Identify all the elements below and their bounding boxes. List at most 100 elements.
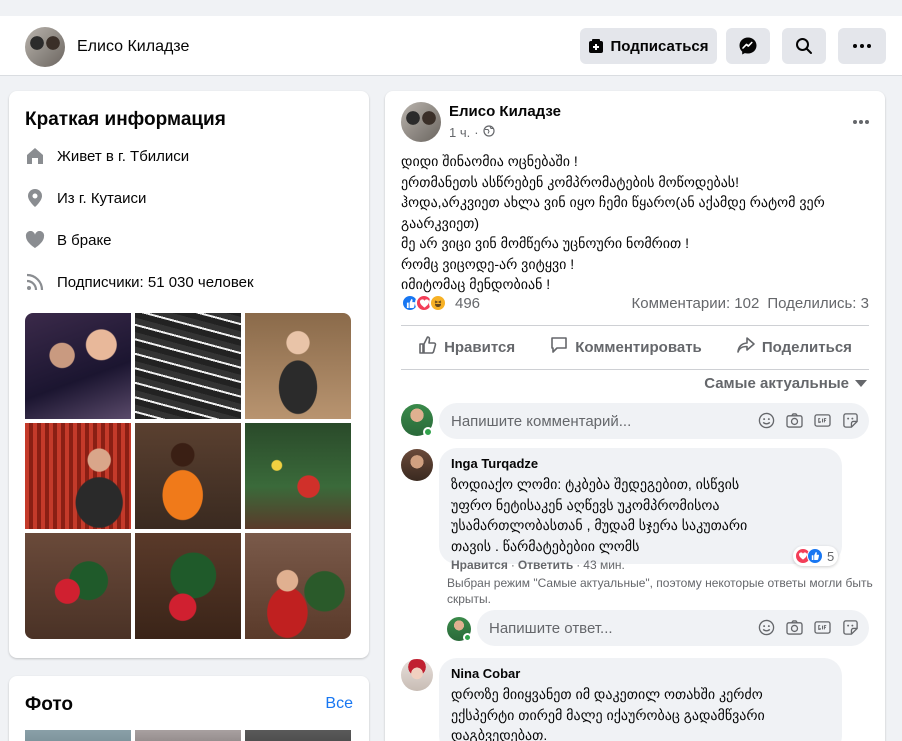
- followers-count[interactable]: 51 030 человек: [148, 274, 254, 291]
- comment-text: ზოდიაქო ლომი: ტკბება შედეგებით, ისწვის უ…: [451, 474, 830, 556]
- comment-like-link[interactable]: Нравится: [451, 558, 508, 572]
- search-button[interactable]: [782, 28, 826, 64]
- commenter-name[interactable]: Nina Cobar: [451, 666, 830, 682]
- photos-card: Фото Все: [9, 676, 369, 741]
- sticker-icon[interactable]: [841, 618, 859, 636]
- post-stats: Комментарии: 102 Поделились: 3: [632, 295, 870, 312]
- profile-header-bar: Елисо Киладзе Подписаться: [0, 0, 902, 76]
- commenter-name[interactable]: Inga Turqadze: [451, 456, 830, 472]
- comment-button[interactable]: Комментировать: [549, 335, 702, 359]
- post-meta: 1 ч. ·: [449, 125, 495, 140]
- comment-text-line: დაგბვედებათ.: [451, 727, 548, 741]
- featured-photo[interactable]: [135, 533, 241, 639]
- share-label: Поделиться: [761, 338, 852, 356]
- followers-row: Подписчики: 51 030 человек: [25, 270, 254, 294]
- comment-input[interactable]: Напишите комментарий...: [439, 403, 869, 439]
- photos-see-all-link[interactable]: Все: [325, 695, 353, 713]
- comment-sort-dropdown[interactable]: Самые актуальные: [704, 375, 867, 392]
- profile-name[interactable]: Елисо Киладзе: [77, 38, 189, 56]
- more-options-button[interactable]: [838, 28, 886, 64]
- post-text-line: იმიტომაც მენდობიან !: [401, 276, 551, 292]
- from-prefix: Из г.: [57, 189, 87, 207]
- post-text-line: გაარკვიეთ): [401, 214, 480, 231]
- comment-bubble: Inga Turqadze ზოდიაქო ლომი: ტკბება შედეგ…: [439, 448, 842, 564]
- post-text-line: ჰოდა,არკვიეთ ახლა ვინ იყო ჩემი წყარო(ან …: [401, 194, 825, 210]
- location-pin-icon: [25, 188, 45, 208]
- post-text: დიდი შინაომია ოცნებაში ! ერთმანეთს ასწრე…: [401, 151, 873, 295]
- post-menu-icon[interactable]: [853, 111, 869, 129]
- gif-icon[interactable]: [813, 411, 831, 429]
- featured-photo[interactable]: [245, 423, 351, 529]
- post-timestamp[interactable]: 1 ч.: [449, 125, 470, 140]
- comment-text-line: ზოდიაქო ლომი: ტკბება შედეგებით, ისწვის: [451, 476, 740, 492]
- post-text-line: დიდი შინაომია ოცნებაში !: [401, 153, 578, 169]
- gif-icon[interactable]: [813, 618, 831, 636]
- relationship-status: В браке: [57, 231, 112, 249]
- share-icon: [736, 335, 756, 359]
- profile-avatar[interactable]: [25, 27, 65, 67]
- featured-photo[interactable]: [25, 423, 131, 529]
- post-author-name[interactable]: Елисо Киладзе: [449, 103, 561, 120]
- subscribe-label: Подписаться: [610, 37, 709, 55]
- post-reactions[interactable]: 496: [401, 294, 480, 312]
- featured-photo[interactable]: [25, 313, 131, 419]
- sticker-icon[interactable]: [841, 411, 859, 429]
- messenger-icon: [738, 36, 758, 56]
- featured-photo[interactable]: [135, 313, 241, 419]
- photos-strip: [25, 730, 351, 741]
- from-row: Из г. Кутаиси: [25, 186, 146, 210]
- shares-count-link[interactable]: Поделились: 3: [767, 295, 869, 312]
- comment-time[interactable]: 43 мин.: [583, 558, 625, 572]
- comment-reply-link[interactable]: Ответить: [518, 558, 573, 572]
- comments-count-link[interactable]: Комментарии: 102: [632, 295, 760, 312]
- intro-title: Краткая информация: [25, 109, 226, 130]
- camera-icon[interactable]: [785, 618, 803, 636]
- messenger-button[interactable]: [726, 28, 770, 64]
- share-button[interactable]: Поделиться: [736, 335, 852, 359]
- photo-thumbnail[interactable]: [135, 730, 241, 741]
- subscribe-button[interactable]: Подписаться: [580, 28, 717, 64]
- post-actions-bar: Нравится Комментировать Поделиться: [401, 327, 869, 367]
- from-city[interactable]: Кутаиси: [91, 190, 147, 207]
- reply-input-tools: [757, 618, 859, 636]
- divider: [401, 325, 869, 326]
- featured-photos-grid: [25, 313, 351, 639]
- featured-photo[interactable]: [135, 423, 241, 529]
- comment-bubble: Nina Cobar დროზე მიიყვანეთ იმ დაკეთილ ოთ…: [439, 658, 842, 741]
- commenter-avatar[interactable]: [401, 449, 433, 481]
- comment-text-line: უსამართლობასთან , მუდამ სჯერა საკუთარი: [451, 517, 748, 533]
- camera-icon[interactable]: [785, 411, 803, 429]
- photo-thumbnail[interactable]: [25, 730, 131, 741]
- featured-photo[interactable]: [245, 313, 351, 419]
- thumbs-up-icon: [418, 335, 438, 359]
- comment-reactions[interactable]: 5: [793, 546, 839, 566]
- featured-photo[interactable]: [245, 533, 351, 639]
- comment-text-line: ექსპერტი თირემ მალე იქაურობაც გადამწვარი: [451, 706, 765, 723]
- like-button[interactable]: Нравится: [418, 335, 515, 359]
- comment-text-line: დროზე მიიყვანეთ იმ დაკეთილ ოთახში კერძო: [451, 686, 763, 702]
- emoji-icon[interactable]: [757, 618, 775, 636]
- photo-thumbnail[interactable]: [245, 730, 351, 741]
- commenter-avatar[interactable]: [401, 659, 433, 691]
- lives-in-city[interactable]: Тбилиси: [130, 148, 189, 165]
- reply-placeholder: Напишите ответ...: [489, 619, 613, 637]
- lives-in-prefix: Живет в г.: [57, 147, 126, 165]
- reply-input[interactable]: Напишите ответ...: [477, 610, 869, 646]
- comment-label: Комментировать: [575, 338, 702, 356]
- online-indicator: [463, 633, 472, 642]
- relationship-row: В браке: [25, 228, 112, 252]
- emoji-icon[interactable]: [757, 411, 775, 429]
- home-icon: [25, 146, 45, 166]
- globe-icon[interactable]: [482, 125, 495, 140]
- more-icon: [853, 44, 871, 48]
- comment-input-tools: [757, 411, 859, 429]
- divider: [401, 369, 869, 370]
- followers-prefix: Подписчики:: [57, 273, 144, 291]
- lives-in-row: Живет в г. Тбилиси: [25, 144, 189, 168]
- post-author-avatar[interactable]: [401, 102, 441, 142]
- featured-photo[interactable]: [25, 533, 131, 639]
- like-reaction-icon: [807, 548, 823, 564]
- comment-actions: Нравится · Ответить · 43 мин.: [451, 558, 625, 572]
- search-icon: [795, 37, 813, 55]
- comment-text-line: თავის . წარმატებებიი ლომს: [451, 537, 640, 554]
